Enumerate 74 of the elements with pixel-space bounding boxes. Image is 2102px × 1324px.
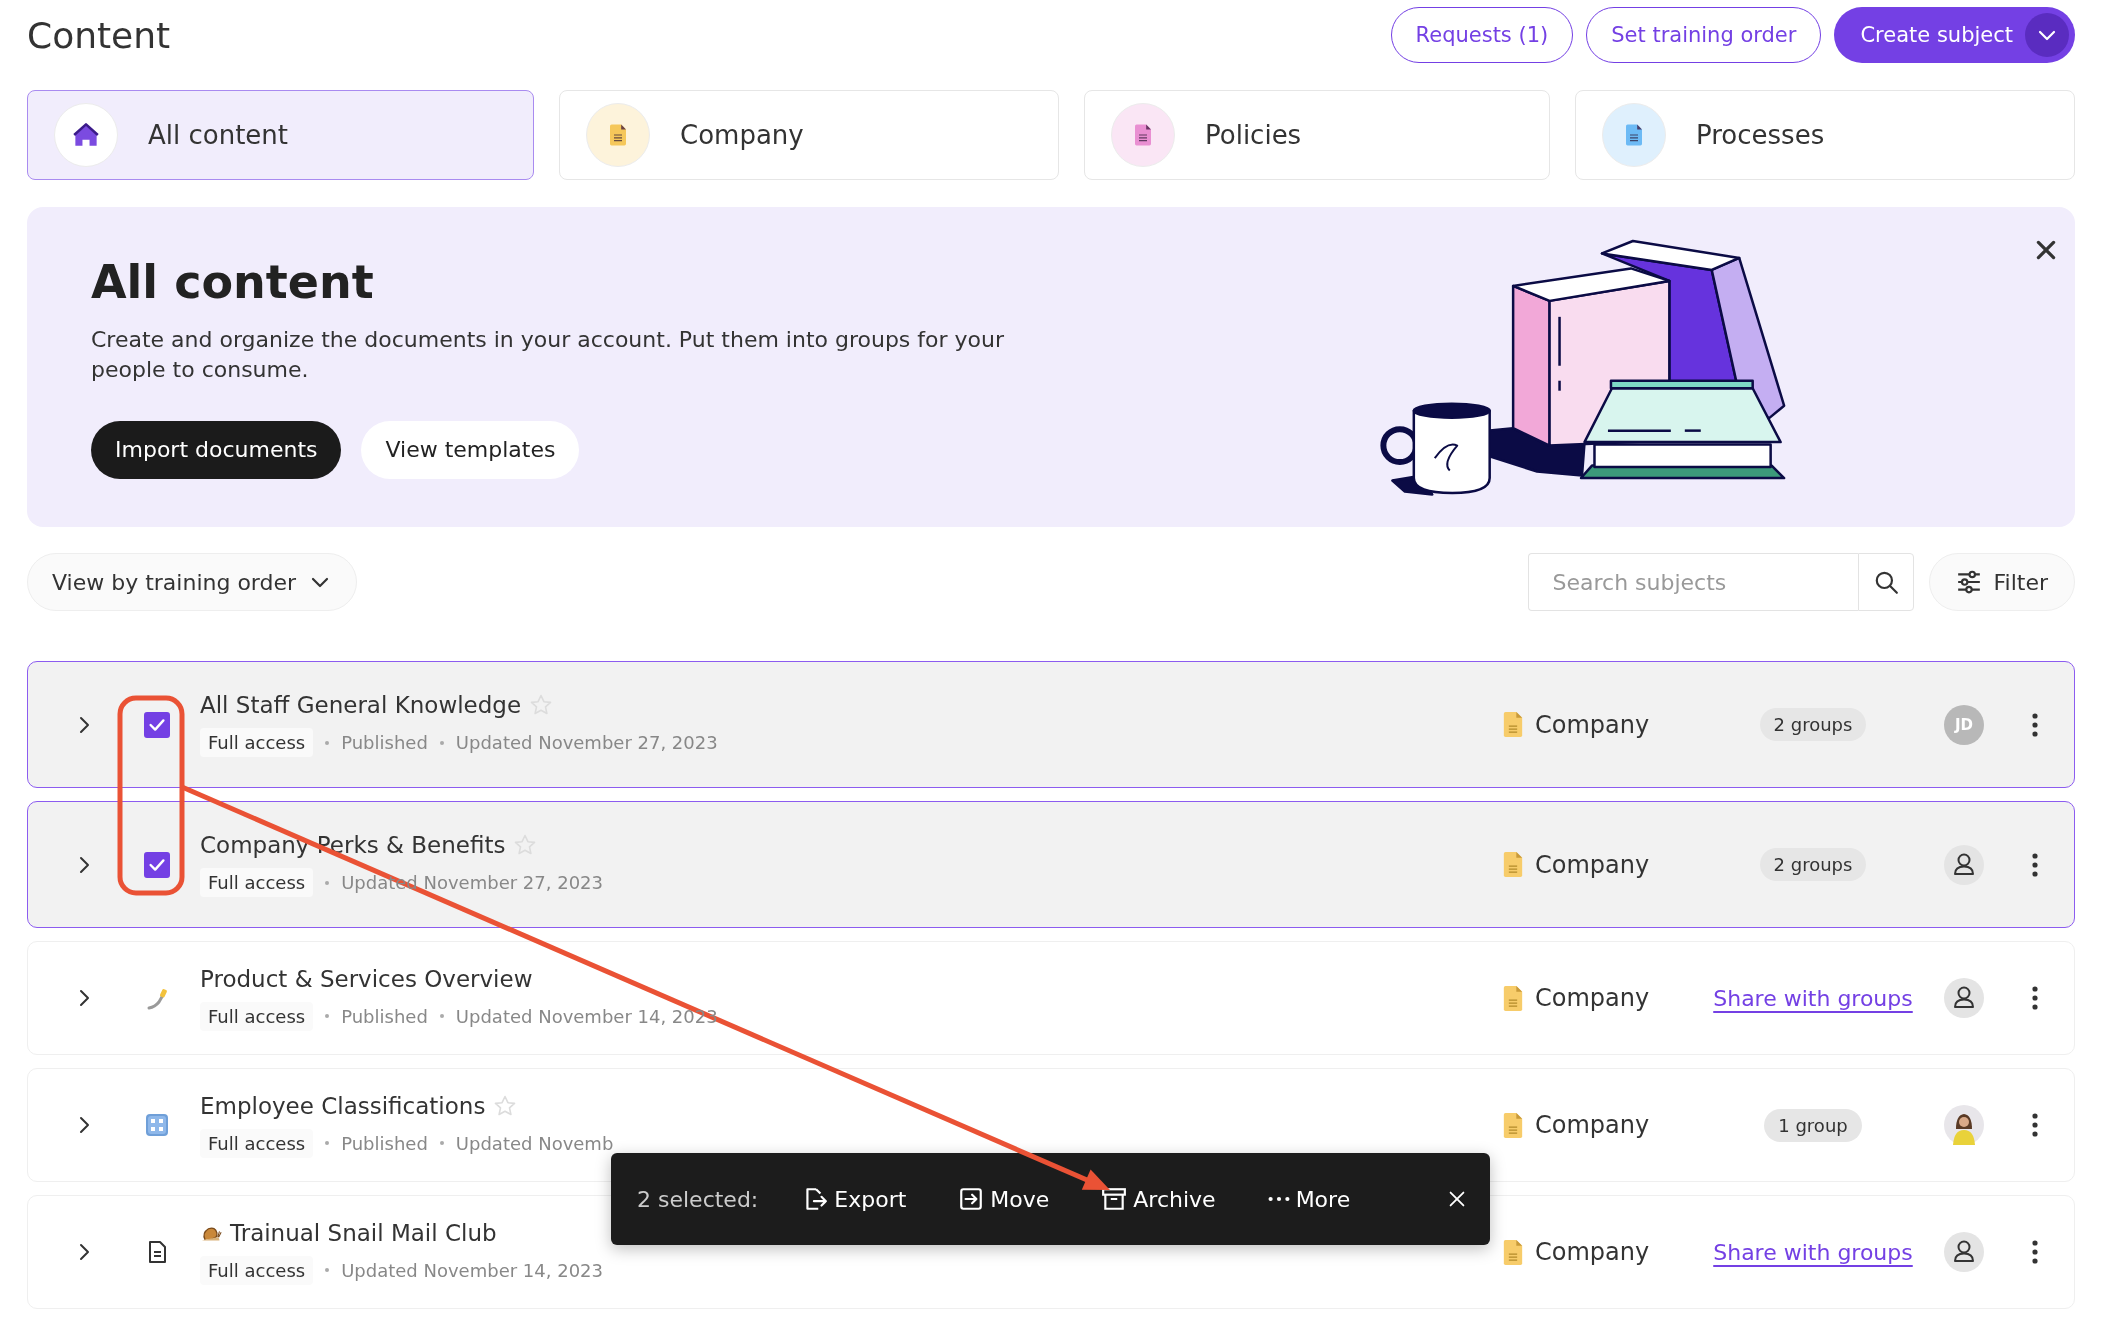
keypad-icon [145,1113,169,1137]
kebab-icon [2031,1240,2038,1264]
kebab-icon [2031,852,2038,877]
subject-row[interactable]: All Staff General Knowledge Full access Published Updated November 27, 2023 Company 2 groups JD [27,661,2075,788]
document-icon [1503,984,1523,1012]
more-button[interactable] [2031,1113,2038,1137]
kebab-icon [2031,1113,2038,1137]
meta-text: Updated November 14, 2023 [341,1259,603,1281]
filter-icon [1955,569,1982,595]
more-button[interactable] [2031,712,2038,737]
category-label: Company [1535,850,1650,879]
tab[interactable]: Policies [1084,90,1550,180]
meta-text: Published [341,1132,428,1154]
filter-button[interactable]: Filter [1928,553,2075,611]
checkbox[interactable] [144,711,170,738]
search-field[interactable]: Search subjects [1527,553,1858,611]
document-icon [609,123,627,147]
groups-badge: 1 group [1764,1108,1862,1142]
meta-text: Published [341,732,428,753]
document-icon [1134,123,1152,147]
home-icon [73,123,99,147]
archive-icon [1101,1186,1128,1212]
ellipsis-icon [1267,1196,1290,1202]
meta-text: Published [341,1005,428,1027]
access-tag: Full access [200,728,314,757]
category-label: Company [1535,1111,1650,1139]
document-icon [1503,1111,1523,1139]
category-label: Company [1535,1238,1650,1266]
meta-text: Updated Novemb [455,1132,614,1154]
share-link[interactable]: Share with groups [1713,985,1913,1011]
document-icon [1503,1238,1523,1266]
access-tag: Full access [200,1255,314,1285]
document-icon [1503,851,1523,878]
star-icon[interactable] [493,1093,518,1118]
search-button[interactable] [1857,553,1914,611]
avatar: JD [1944,704,1984,745]
category-label: Company [1535,710,1650,739]
person-icon [1944,978,1984,1018]
subject-title[interactable]: Trainual Snail Mail Club [230,1219,497,1246]
document-icon [1625,123,1643,147]
import-button[interactable]: Import documents [91,420,342,479]
access-tag: Full access [200,868,314,897]
templates-button[interactable]: View templates [361,420,580,479]
more-button[interactable] [2031,852,2038,877]
checkbox[interactable] [144,851,170,878]
share-link[interactable]: Share with groups [1713,1239,1913,1265]
kebab-icon [2031,986,2038,1010]
person-icon [1944,844,1984,885]
more-button[interactable] [2031,986,2038,1010]
tab[interactable]: Processes [1575,90,2075,180]
tab[interactable]: All content [27,90,534,180]
groups-badge: 2 groups [1759,848,1867,881]
move-icon [958,1186,985,1212]
header-button[interactable]: Requests (1) [1390,7,1574,63]
page-title: Content [27,14,172,56]
tool-icon [145,986,169,1010]
meta-text: Updated November 27, 2023 [455,732,718,753]
create-subject-button[interactable]: Create subject [1834,7,2075,63]
person-icon [1944,1232,1984,1272]
more-button[interactable] [2031,1240,2038,1264]
document-icon [1503,711,1523,738]
category-label: Company [1535,984,1650,1012]
banner-title: All content [91,255,375,310]
banner-description: Create and organize the documents in your account. Put them into groups for your people to consume. [91,326,1006,384]
subject-title[interactable]: All Staff General Knowledge [200,692,522,718]
subject-title[interactable]: Product & Services Overview [200,965,533,992]
access-tag: Full access [200,1128,314,1158]
view-select[interactable]: View by training order [27,553,358,611]
subject-title[interactable]: Employee Classifications [200,1092,486,1119]
header-button[interactable]: Set training order [1586,7,1822,63]
access-tag: Full access [200,1001,314,1031]
tab[interactable]: Company [559,90,1059,180]
groups-badge: 2 groups [1759,708,1867,741]
kebab-icon [2031,712,2038,737]
